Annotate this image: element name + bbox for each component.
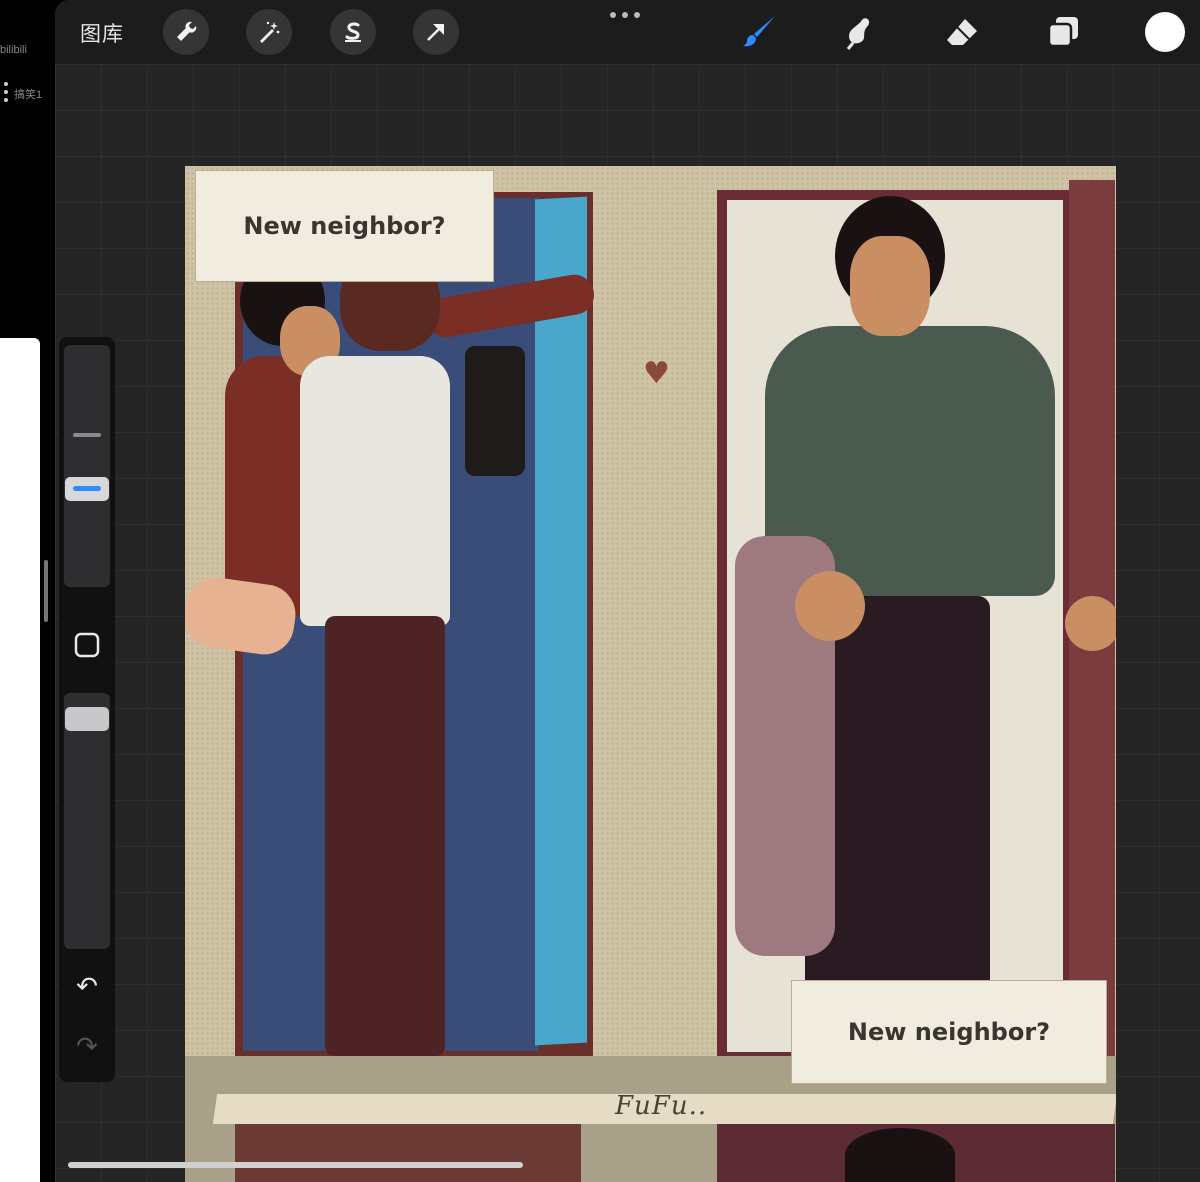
artwork-figure-front-vest: [300, 356, 450, 626]
more-dots-icon[interactable]: [4, 82, 10, 106]
split-view-panel[interactable]: [0, 338, 40, 1182]
wrench-icon[interactable]: [163, 9, 209, 55]
redo-button[interactable]: ↷: [69, 1029, 105, 1065]
caption-bottom-text: New neighbor?: [847, 1018, 1051, 1046]
magic-wand-icon[interactable]: [246, 9, 292, 55]
eraser-icon[interactable]: [942, 12, 982, 52]
artwork-next-panel-head: [845, 1128, 955, 1182]
brush-icon[interactable]: [740, 12, 780, 52]
selection-icon[interactable]: [330, 9, 376, 55]
artwork-figure-right-hand: [795, 571, 865, 641]
split-divider-handle[interactable]: [44, 560, 48, 622]
undo-button[interactable]: ↶: [69, 969, 105, 1005]
gallery-button[interactable]: 图库: [80, 18, 124, 48]
drawing-canvas[interactable]: ♥ FuFu.. New neighbor? New neighbor?: [185, 166, 1116, 1182]
artwork-heart: ♥: [643, 356, 670, 391]
strip-side-text: 搞笑1: [14, 89, 43, 101]
artwork-hanging-clothes: [465, 346, 525, 476]
color-picker-button[interactable]: [1145, 12, 1185, 52]
strip-app-text: bilibili: [0, 44, 27, 56]
brush-size-slider[interactable]: [64, 345, 110, 587]
opacity-knob[interactable]: [65, 707, 109, 731]
smudge-icon[interactable]: [840, 12, 880, 52]
transform-arrow-icon[interactable]: [413, 9, 459, 55]
brush-size-knob[interactable]: [65, 477, 109, 501]
split-view-strip: bilibili 搞笑1: [0, 0, 43, 1182]
caption-top-text: New neighbor?: [243, 212, 446, 240]
artwork-figure-right-face: [850, 236, 930, 336]
artwork-figure-front-legs: [325, 616, 445, 1056]
procreate-app: 图库 ↶ ↷ ♥ FuFu.. New neighbor? New neighb…: [55, 0, 1200, 1182]
caption-box-top: New neighbor?: [195, 170, 494, 282]
modify-square-icon[interactable]: [69, 627, 105, 663]
layers-icon[interactable]: [1043, 12, 1083, 52]
top-toolbar: 图库: [55, 0, 1200, 64]
artwork-left-door: [535, 196, 587, 1046]
caption-box-bottom: New neighbor?: [791, 980, 1107, 1084]
artwork-signature: FuFu..: [615, 1091, 708, 1121]
more-options-icon[interactable]: [610, 12, 640, 18]
slider-mark: [73, 433, 101, 437]
brush-size-indicator: [73, 486, 101, 491]
opacity-slider[interactable]: [64, 693, 110, 949]
artwork-figure-right-hand-2: [1065, 596, 1116, 651]
sidebar-controls: ↶ ↷: [59, 337, 115, 1082]
home-indicator[interactable]: [68, 1162, 523, 1168]
artwork-next-panel-left: [235, 1124, 581, 1182]
